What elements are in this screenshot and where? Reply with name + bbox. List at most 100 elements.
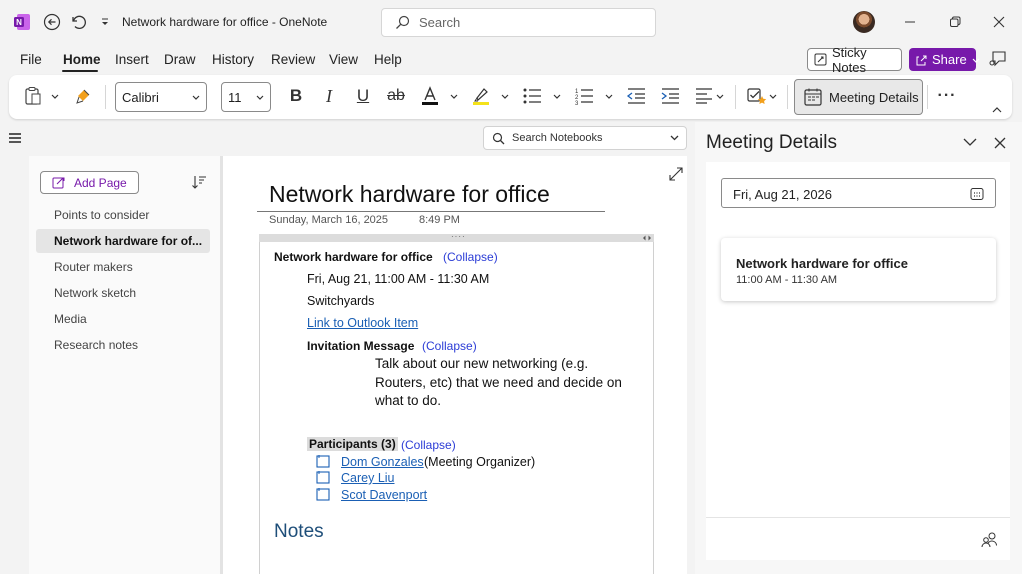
tag-checkbox-icon[interactable]	[746, 85, 768, 107]
add-page-label: Add Page	[74, 175, 127, 190]
meeting-title: Network hardware for office	[274, 250, 433, 264]
font-color-chevron-icon[interactable]	[448, 85, 460, 107]
tags-chevron-icon[interactable]	[767, 85, 779, 107]
meeting-card-title: Network hardware for office	[736, 256, 908, 271]
underline-icon[interactable]: U	[352, 85, 374, 107]
meeting-date-picker[interactable]: Fri, Aug 21, 2026	[721, 178, 996, 208]
participant-checkbox-icon[interactable]	[316, 487, 330, 501]
bullets-chevron-icon[interactable]	[551, 85, 563, 107]
sticky-notes-button[interactable]: Sticky Notes	[807, 45, 902, 75]
paste-icon[interactable]	[23, 85, 43, 107]
share-label: Share	[932, 52, 967, 67]
page-canvas[interactable]: Network hardware for office Sunday, Marc…	[223, 156, 687, 574]
menu-history[interactable]: History	[212, 52, 254, 67]
highlighter-chevron-icon[interactable]	[499, 85, 511, 107]
expand-icon[interactable]	[669, 167, 683, 181]
search-notebooks-input[interactable]: Search Notebooks	[483, 126, 687, 150]
menu-insert[interactable]: Insert	[115, 52, 149, 67]
collapse-meeting-link[interactable]: (Collapse)	[443, 250, 498, 264]
avatar[interactable]	[853, 11, 875, 33]
svg-text:3: 3	[575, 101, 579, 105]
close-pane-icon[interactable]	[994, 137, 1006, 149]
page-item-router-makers[interactable]: Router makers	[36, 255, 210, 279]
font-name-select[interactable]: Calibri	[115, 82, 207, 112]
menu-home[interactable]: Home	[63, 52, 101, 67]
menu-review[interactable]: Review	[271, 52, 315, 67]
meeting-date-value: Fri, Aug 21, 2026	[733, 187, 833, 202]
participant-name[interactable]: Scot Davenport	[341, 488, 427, 502]
invitation-label: Invitation Message	[307, 339, 415, 353]
search-input[interactable]: Search	[381, 8, 656, 37]
participant-name[interactable]: Carey Liu	[341, 471, 395, 485]
strikethrough-icon[interactable]: ab	[385, 85, 407, 107]
minimize-icon[interactable]	[900, 12, 920, 32]
search-notebooks-placeholder: Search Notebooks	[512, 132, 603, 144]
customize-toolbar-icon[interactable]	[95, 12, 115, 32]
participant-name[interactable]: Dom Gonzales	[341, 455, 424, 469]
collapse-participants-link[interactable]: (Collapse)	[401, 438, 456, 452]
calendar-icon[interactable]	[970, 187, 984, 201]
font-size-select[interactable]: 11	[221, 82, 271, 112]
menu-help[interactable]: Help	[374, 52, 402, 67]
more-options-icon[interactable]: ···	[936, 85, 958, 107]
align-icon[interactable]	[693, 85, 715, 107]
meeting-time: Fri, Aug 21, 11:00 AM - 11:30 AM	[307, 272, 490, 286]
participant-checkbox-icon[interactable]	[316, 470, 330, 484]
format-painter-icon[interactable]	[73, 85, 95, 107]
notes-heading[interactable]: Notes	[274, 521, 324, 543]
sort-icon[interactable]	[191, 174, 207, 190]
highlighter-icon[interactable]	[470, 85, 492, 107]
meeting-card[interactable]: Network hardware for office 11:00 AM - 1…	[721, 238, 996, 301]
add-page-button[interactable]: Add Page	[40, 171, 139, 194]
increase-indent-icon[interactable]	[659, 85, 681, 107]
participant-checkbox-icon[interactable]	[316, 454, 330, 468]
decrease-indent-icon[interactable]	[625, 85, 647, 107]
menu-file[interactable]: File	[20, 52, 42, 67]
align-chevron-icon[interactable]	[714, 85, 726, 107]
collapse-invitation-link[interactable]: (Collapse)	[422, 339, 477, 353]
invitation-line: Talk about our new networking (e.g.	[375, 356, 589, 371]
outlook-item-link[interactable]: Link to Outlook Item	[307, 316, 418, 330]
meeting-details-content: Fri, Aug 21, 2026 Network hardware for o…	[706, 162, 1010, 560]
meeting-details-button[interactable]: Meeting Details	[794, 79, 923, 115]
meeting-location: Switchyards	[307, 294, 375, 308]
search-icon	[492, 132, 505, 145]
chevron-down-icon[interactable]	[670, 134, 679, 142]
numbering-icon[interactable]: 123	[573, 85, 595, 107]
teams-meeting-icon[interactable]	[980, 531, 998, 549]
resize-handle-icon[interactable]	[642, 234, 652, 242]
chevron-down-icon[interactable]	[963, 137, 977, 147]
title-underline	[257, 211, 605, 212]
drag-handle-icon[interactable]: ····	[451, 232, 466, 241]
bold-icon[interactable]: B	[285, 85, 307, 107]
navigation-menu-icon[interactable]	[8, 132, 22, 144]
search-icon	[395, 15, 410, 30]
page-title[interactable]: Network hardware for office	[269, 181, 550, 208]
sticky-notes-label: Sticky Notes	[832, 44, 867, 75]
menu-view[interactable]: View	[329, 52, 358, 67]
paste-dropdown-chevron-icon[interactable]	[49, 85, 61, 107]
italic-icon[interactable]: I	[318, 85, 340, 107]
page-item-network-hardware[interactable]: Network hardware for of...	[36, 229, 210, 253]
share-icon	[915, 54, 927, 66]
page-item-research-notes[interactable]: Research notes	[36, 333, 210, 357]
bullets-icon[interactable]	[521, 85, 543, 107]
back-icon[interactable]	[42, 12, 62, 32]
ribbon-separator	[105, 85, 106, 109]
numbering-chevron-icon[interactable]	[603, 85, 615, 107]
restore-icon[interactable]	[945, 12, 965, 32]
search-placeholder: Search	[419, 15, 461, 30]
ribbon: Calibri 11 B I U ab 123 Meeting Details	[9, 75, 1012, 119]
menu-draw[interactable]: Draw	[164, 52, 196, 67]
collapse-ribbon-icon[interactable]	[990, 99, 1004, 121]
page-item-network-sketch[interactable]: Network sketch	[36, 281, 210, 305]
font-color-icon[interactable]	[419, 85, 441, 107]
share-button[interactable]: Share	[909, 48, 980, 71]
close-icon[interactable]	[989, 12, 1009, 32]
invitation-line: what to do.	[375, 393, 442, 408]
page-item-media[interactable]: Media	[36, 307, 210, 331]
page-item-points-to-consider[interactable]: Points to consider	[36, 203, 210, 227]
undo-icon[interactable]	[68, 12, 88, 32]
feedback-icon[interactable]	[988, 49, 1008, 69]
ribbon-separator	[787, 85, 788, 109]
